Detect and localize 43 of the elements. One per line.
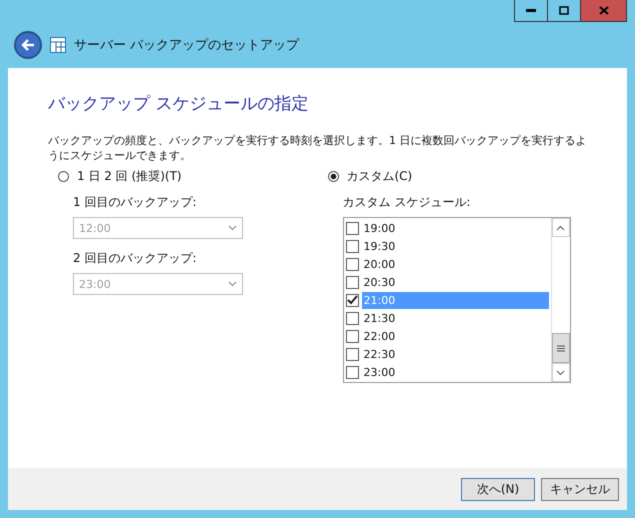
back-button[interactable] (14, 31, 42, 59)
chevron-down-icon (228, 281, 237, 287)
description-text: バックアップの頻度と、バックアップを実行する時刻を選択します。1 日に複数回バックアップを実行するようにスケジュールできます。 (48, 133, 588, 163)
table-icon (50, 37, 66, 53)
list-item[interactable]: 22:30 (362, 346, 548, 362)
close-icon (598, 6, 608, 15)
chevron-down-icon (556, 370, 565, 376)
checkbox[interactable] (346, 276, 358, 288)
checkbox[interactable] (346, 294, 358, 306)
list-item[interactable]: 21:30 (362, 310, 548, 326)
chevron-down-icon (228, 225, 237, 231)
radio-circle[interactable] (58, 170, 69, 182)
window-title: サーバー バックアップのセットアップ (74, 37, 300, 54)
list-item[interactable]: 20:30 (362, 274, 548, 290)
list-item[interactable]: 19:30 (362, 238, 548, 254)
back-arrow-icon (21, 39, 35, 51)
radio-option[interactable]: カスタム(C) (318, 167, 412, 185)
radio-option[interactable]: 1 日 2 回 (推奨)(T) (48, 167, 182, 185)
field-label: 1 回目のバックアップ: (73, 194, 196, 211)
list-item[interactable]: 20:00 (362, 256, 548, 272)
page-heading: バックアップ スケジュールの指定 (48, 93, 310, 115)
minimize-button[interactable] (514, 0, 548, 22)
dialog-button[interactable]: キャンセル (541, 478, 619, 500)
field-label: 2 回目のバックアップ: (73, 250, 196, 267)
checkbox[interactable] (346, 312, 358, 324)
list-item[interactable]: 19:00 (362, 220, 548, 236)
dialog-button[interactable]: 次へ(N) (461, 478, 535, 500)
checkbox[interactable] (346, 330, 358, 342)
checkbox[interactable] (346, 366, 358, 378)
close-button[interactable] (580, 0, 627, 22)
grip-icon (556, 344, 564, 352)
checkbox[interactable] (346, 240, 358, 252)
chevron-up-icon (556, 224, 565, 230)
checkbox[interactable] (346, 258, 358, 270)
scrollbar[interactable] (550, 218, 570, 382)
list-item[interactable]: 22:00 (362, 328, 548, 344)
checkbox[interactable] (346, 348, 358, 360)
maximize-icon (559, 6, 569, 15)
list-label: カスタム スケジュール: (342, 194, 470, 211)
checkbox[interactable] (346, 222, 358, 234)
minimize-icon (526, 8, 536, 12)
list-item[interactable]: 23:00 (362, 364, 548, 380)
radio-circle[interactable] (328, 170, 338, 182)
